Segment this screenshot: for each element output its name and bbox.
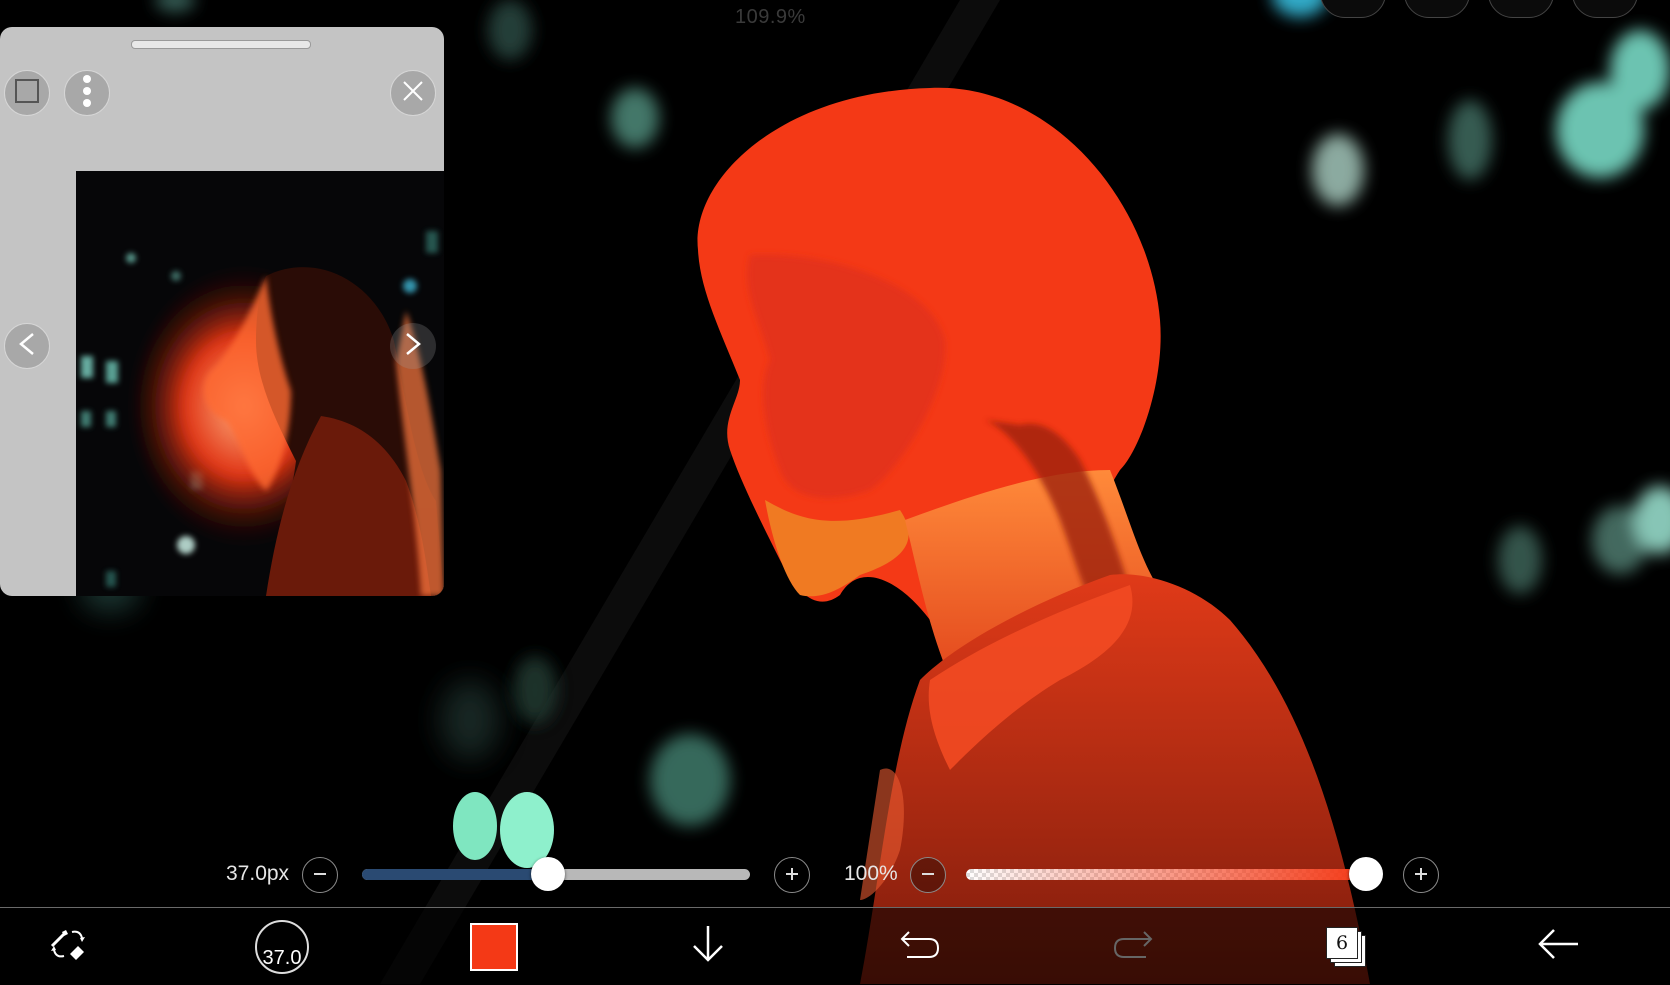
reference-close-button[interactable] [390,70,436,116]
brush-size-value: 37.0 [262,946,302,969]
back-button[interactable] [1518,908,1598,985]
brush-opacity-slider[interactable] [966,869,1366,880]
more-vertical-icon [82,74,92,113]
redo-icon [1112,928,1154,965]
brush-size-indicator[interactable]: 37.0 [242,908,322,985]
undo-icon [899,928,941,965]
close-icon [402,80,424,107]
reference-photo [76,171,444,596]
brush-size-decrease-button[interactable] [302,857,338,893]
layers-button[interactable]: 6 [1306,908,1386,985]
color-swatch-button[interactable] [454,908,534,985]
download-icon [690,924,726,969]
chevron-left-icon [17,332,37,361]
back-icon [1536,926,1580,967]
brush-opacity-slider-fill [966,869,1366,880]
minus-icon [312,864,328,886]
reference-prev-button[interactable] [4,323,50,369]
plus-icon [784,864,800,886]
brush-eraser-toggle-icon [46,924,90,969]
brush-opacity-label: 100% [844,862,898,885]
square-icon [14,78,40,109]
brush-eraser-toggle-button[interactable] [28,908,108,985]
reference-window[interactable] [0,27,444,596]
reference-next-button[interactable] [390,323,436,369]
undo-button[interactable] [880,908,960,985]
brush-size-label: 37.0px [226,862,290,885]
brush-size-slider-fill [362,869,549,880]
bottom-toolbar: 37.0 6 [0,907,1670,985]
chevron-right-icon [403,332,423,361]
layers-icon: 6 [1326,926,1366,967]
layers-count: 6 [1335,931,1349,954]
brush-size-slider-thumb[interactable] [531,857,566,891]
reference-window-drag-handle[interactable] [131,40,311,49]
reference-fit-button[interactable] [4,70,50,116]
minus-icon [920,864,936,886]
brush-size-circle: 37.0 [255,919,309,974]
brush-size-increase-button[interactable] [774,857,810,893]
color-swatch [470,922,518,971]
brush-opacity-slider-thumb[interactable] [1349,857,1383,891]
reference-menu-button[interactable] [64,70,110,116]
redo-button[interactable] [1093,908,1173,985]
brush-opacity-decrease-button[interactable] [910,857,946,893]
brush-opacity-increase-button[interactable] [1403,857,1439,893]
plus-icon [1413,864,1429,886]
download-button[interactable] [668,908,748,985]
zoom-readout: 109.9% [735,6,806,28]
